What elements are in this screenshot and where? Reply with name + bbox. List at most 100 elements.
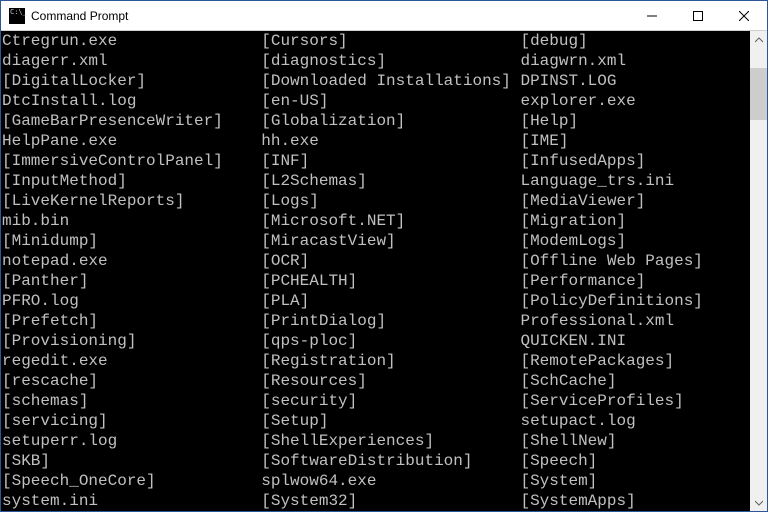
listing-row: PFRO.log[PLA][PolicyDefinitions] <box>2 291 749 311</box>
close-button[interactable] <box>721 1 767 30</box>
listing-cell: [ShellExperiences] <box>261 431 520 451</box>
listing-row: [Minidump][MiracastView][ModemLogs] <box>2 231 749 251</box>
listing-cell: [InfusedApps] <box>520 151 749 171</box>
listing-cell: [schemas] <box>2 391 261 411</box>
listing-cell: mib.bin <box>2 211 261 231</box>
chevron-down-icon <box>755 499 763 507</box>
listing-cell: DtcInstall.log <box>2 91 261 111</box>
listing-cell: [Migration] <box>520 211 749 231</box>
maximize-icon <box>693 11 703 21</box>
listing-cell: Ctregrun.exe <box>2 31 261 51</box>
listing-cell: [L2Schemas] <box>261 171 520 191</box>
listing-row: setuperr.log[ShellExperiences][ShellNew] <box>2 431 749 451</box>
listing-cell: [SKB] <box>2 451 261 471</box>
listing-row: Ctregrun.exe[Cursors][debug] <box>2 31 749 51</box>
maximize-button[interactable] <box>675 1 721 30</box>
terminal-area: Ctregrun.exe[Cursors][debug]diagerr.xml[… <box>1 31 767 511</box>
listing-cell: [Logs] <box>261 191 520 211</box>
listing-cell: [InputMethod] <box>2 171 261 191</box>
listing-cell: setuperr.log <box>2 431 261 451</box>
listing-cell: [Microsoft.NET] <box>261 211 520 231</box>
scrollbar-track[interactable] <box>750 48 767 494</box>
listing-cell: [PCHEALTH] <box>261 271 520 291</box>
listing-row: [schemas][security][ServiceProfiles] <box>2 391 749 411</box>
listing-cell: [PrintDialog] <box>261 311 520 331</box>
listing-cell: [SoftwareDistribution] <box>261 451 520 471</box>
minimize-button[interactable] <box>629 1 675 30</box>
listing-cell: [RemotePackages] <box>520 351 749 371</box>
listing-row: [LiveKernelReports][Logs][MediaViewer] <box>2 191 749 211</box>
listing-cell: [ServiceProfiles] <box>520 391 749 411</box>
close-icon <box>739 11 749 21</box>
listing-row: diagerr.xml[diagnostics]diagwrn.xml <box>2 51 749 71</box>
listing-row: [InputMethod][L2Schemas]Language_trs.ini <box>2 171 749 191</box>
listing-cell: [Provisioning] <box>2 331 261 351</box>
listing-row: HelpPane.exehh.exe[IME] <box>2 131 749 151</box>
scroll-up-button[interactable] <box>750 31 767 48</box>
scroll-down-button[interactable] <box>750 494 767 511</box>
listing-cell: [Minidump] <box>2 231 261 251</box>
listing-row: [Prefetch][PrintDialog]Professional.xml <box>2 311 749 331</box>
listing-cell: [ImmersiveControlPanel] <box>2 151 261 171</box>
vertical-scrollbar[interactable] <box>750 31 767 511</box>
listing-cell: setupact.log <box>520 411 749 431</box>
listing-cell: [Registration] <box>261 351 520 371</box>
listing-cell: [INF] <box>261 151 520 171</box>
listing-cell: [ModemLogs] <box>520 231 749 251</box>
listing-cell: regedit.exe <box>2 351 261 371</box>
listing-cell: DPINST.LOG <box>520 71 749 91</box>
listing-cell: Language_trs.ini <box>520 171 749 191</box>
listing-cell: PFRO.log <box>2 291 261 311</box>
listing-row: mib.bin[Microsoft.NET][Migration] <box>2 211 749 231</box>
listing-row: [GameBarPresenceWriter][Globalization][H… <box>2 111 749 131</box>
listing-cell: [IME] <box>520 131 749 151</box>
listing-cell: [GameBarPresenceWriter] <box>2 111 261 131</box>
listing-cell: [qps-ploc] <box>261 331 520 351</box>
listing-cell: [servicing] <box>2 411 261 431</box>
listing-cell: [diagnostics] <box>261 51 520 71</box>
listing-cell: hh.exe <box>261 131 520 151</box>
listing-cell: [MediaViewer] <box>520 191 749 211</box>
listing-cell: [Panther] <box>2 271 261 291</box>
listing-cell: [Prefetch] <box>2 311 261 331</box>
listing-cell: [debug] <box>520 31 749 51</box>
listing-cell: [ShellNew] <box>520 431 749 451</box>
listing-cell: system.ini <box>2 491 261 511</box>
scrollbar-thumb[interactable] <box>750 68 767 120</box>
window-controls <box>629 1 767 30</box>
listing-row: regedit.exe[Registration][RemotePackages… <box>2 351 749 371</box>
listing-cell: [PolicyDefinitions] <box>520 291 749 311</box>
listing-cell: [OCR] <box>261 251 520 271</box>
listing-row: [rescache][Resources][SchCache] <box>2 371 749 391</box>
terminal-output[interactable]: Ctregrun.exe[Cursors][debug]diagerr.xml[… <box>1 31 750 511</box>
listing-cell: splwow64.exe <box>261 471 520 491</box>
titlebar[interactable]: Command Prompt <box>1 1 767 31</box>
listing-cell: [System] <box>520 471 749 491</box>
listing-cell: [Globalization] <box>261 111 520 131</box>
listing-cell: [Cursors] <box>261 31 520 51</box>
listing-cell: [security] <box>261 391 520 411</box>
listing-row: [servicing][Setup]setupact.log <box>2 411 749 431</box>
listing-cell: diagerr.xml <box>2 51 261 71</box>
listing-cell: [Setup] <box>261 411 520 431</box>
listing-row: notepad.exe[OCR][Offline Web Pages] <box>2 251 749 271</box>
listing-cell: [Resources] <box>261 371 520 391</box>
listing-cell: [rescache] <box>2 371 261 391</box>
listing-row: [Panther][PCHEALTH][Performance] <box>2 271 749 291</box>
listing-cell: [Speech] <box>520 451 749 471</box>
listing-row: [Speech_OneCore]splwow64.exe[System] <box>2 471 749 491</box>
listing-cell: QUICKEN.INI <box>520 331 749 351</box>
listing-cell: diagwrn.xml <box>520 51 749 71</box>
window-title: Command Prompt <box>31 9 629 23</box>
listing-cell: Professional.xml <box>520 311 749 331</box>
listing-cell: [DigitalLocker] <box>2 71 261 91</box>
listing-cell: [Performance] <box>520 271 749 291</box>
listing-cell: [SchCache] <box>520 371 749 391</box>
chevron-up-icon <box>755 36 763 44</box>
listing-row: [Provisioning][qps-ploc]QUICKEN.INI <box>2 331 749 351</box>
listing-cell: [Offline Web Pages] <box>520 251 749 271</box>
listing-row: system.ini[System32][SystemApps] <box>2 491 749 511</box>
listing-cell: [Downloaded Installations] <box>261 71 520 91</box>
listing-cell: [MiracastView] <box>261 231 520 251</box>
listing-row: [ImmersiveControlPanel][INF][InfusedApps… <box>2 151 749 171</box>
